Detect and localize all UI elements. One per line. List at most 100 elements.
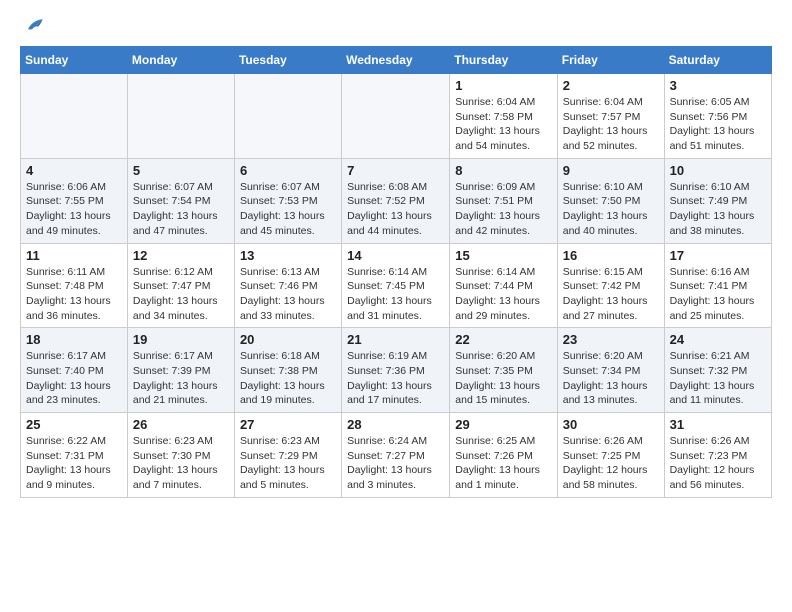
calendar-cell: 27 Sunrise: 6:23 AM Sunset: 7:29 PM Dayli… (234, 413, 341, 498)
day-detail: Sunrise: 6:04 AM Sunset: 7:58 PM Dayligh… (455, 96, 540, 152)
calendar-cell: 30Sunrise: 6:26 AM Sunset: 7:25 PM Dayli… (557, 413, 664, 498)
calendar-cell: 23 Sunrise: 6:20 AM Sunset: 7:34 PM Dayli… (557, 328, 664, 413)
day-detail: Sunrise: 6:19 AM Sunset: 7:36 PM Dayligh… (347, 350, 432, 406)
calendar-cell: 13 Sunrise: 6:13 AM Sunset: 7:46 PM Dayli… (234, 243, 341, 328)
day-of-week-header: Sunday (21, 47, 128, 74)
calendar-cell: 5 Sunrise: 6:07 AM Sunset: 7:54 PM Daylig… (127, 158, 234, 243)
calendar-week-row: 25Sunrise: 6:22 AM Sunset: 7:31 PM Dayli… (21, 413, 772, 498)
day-number: 3 (670, 78, 767, 93)
day-detail: Sunrise: 6:16 AM Sunset: 7:41 PM Dayligh… (670, 266, 755, 322)
day-number: 18 (26, 332, 123, 347)
day-detail: Sunrise: 6:23 AM Sunset: 7:30 PM Dayligh… (133, 435, 218, 491)
day-number: 6 (240, 163, 337, 178)
day-number: 24 (670, 332, 767, 347)
page-header (20, 16, 772, 36)
day-detail: Sunrise: 6:18 AM Sunset: 7:38 PM Dayligh… (240, 350, 325, 406)
calendar-cell: 18 Sunrise: 6:17 AM Sunset: 7:40 PM Dayli… (21, 328, 128, 413)
day-detail: Sunrise: 6:20 AM Sunset: 7:34 PM Dayligh… (563, 350, 648, 406)
day-detail: Sunrise: 6:13 AM Sunset: 7:46 PM Dayligh… (240, 266, 325, 322)
day-number: 14 (347, 248, 445, 263)
day-number: 25 (26, 417, 123, 432)
calendar-week-row: 4 Sunrise: 6:06 AM Sunset: 7:55 PM Daylig… (21, 158, 772, 243)
day-number: 1 (455, 78, 552, 93)
calendar-cell: 16 Sunrise: 6:15 AM Sunset: 7:42 PM Dayli… (557, 243, 664, 328)
day-detail: Sunrise: 6:14 AM Sunset: 7:45 PM Dayligh… (347, 266, 432, 322)
day-number: 7 (347, 163, 445, 178)
day-number: 20 (240, 332, 337, 347)
calendar-cell: 17Sunrise: 6:16 AM Sunset: 7:41 PM Dayli… (664, 243, 771, 328)
day-detail: Sunrise: 6:11 AM Sunset: 7:48 PM Dayligh… (26, 266, 111, 322)
calendar-header-row: SundayMondayTuesdayWednesdayThursdayFrid… (21, 47, 772, 74)
calendar-cell: 8 Sunrise: 6:09 AM Sunset: 7:51 PM Daylig… (450, 158, 557, 243)
day-number: 23 (563, 332, 660, 347)
calendar-cell: 11 Sunrise: 6:11 AM Sunset: 7:48 PM Dayli… (21, 243, 128, 328)
day-number: 16 (563, 248, 660, 263)
calendar-cell: 7 Sunrise: 6:08 AM Sunset: 7:52 PM Daylig… (342, 158, 450, 243)
calendar-week-row: 11 Sunrise: 6:11 AM Sunset: 7:48 PM Dayli… (21, 243, 772, 328)
day-number: 13 (240, 248, 337, 263)
day-detail: Sunrise: 6:26 AM Sunset: 7:23 PM Dayligh… (670, 435, 755, 491)
day-number: 11 (26, 248, 123, 263)
day-number: 19 (133, 332, 230, 347)
day-detail: Sunrise: 6:06 AM Sunset: 7:55 PM Dayligh… (26, 181, 111, 237)
calendar-cell: 4 Sunrise: 6:06 AM Sunset: 7:55 PM Daylig… (21, 158, 128, 243)
day-number: 8 (455, 163, 552, 178)
day-detail: Sunrise: 6:07 AM Sunset: 7:53 PM Dayligh… (240, 181, 325, 237)
day-number: 27 (240, 417, 337, 432)
day-of-week-header: Saturday (664, 47, 771, 74)
day-number: 10 (670, 163, 767, 178)
day-of-week-header: Monday (127, 47, 234, 74)
day-detail: Sunrise: 6:15 AM Sunset: 7:42 PM Dayligh… (563, 266, 648, 322)
calendar-cell: 9Sunrise: 6:10 AM Sunset: 7:50 PM Daylig… (557, 158, 664, 243)
calendar-cell: 10 Sunrise: 6:10 AM Sunset: 7:49 PM Dayli… (664, 158, 771, 243)
day-of-week-header: Friday (557, 47, 664, 74)
calendar-cell: 26Sunrise: 6:23 AM Sunset: 7:30 PM Dayli… (127, 413, 234, 498)
calendar-week-row: 1 Sunrise: 6:04 AM Sunset: 7:58 PM Daylig… (21, 74, 772, 159)
day-number: 21 (347, 332, 445, 347)
day-detail: Sunrise: 6:09 AM Sunset: 7:51 PM Dayligh… (455, 181, 540, 237)
calendar-week-row: 18 Sunrise: 6:17 AM Sunset: 7:40 PM Dayli… (21, 328, 772, 413)
calendar-cell: 12 Sunrise: 6:12 AM Sunset: 7:47 PM Dayli… (127, 243, 234, 328)
day-detail: Sunrise: 6:05 AM Sunset: 7:56 PM Dayligh… (670, 96, 755, 152)
day-number: 12 (133, 248, 230, 263)
day-number: 15 (455, 248, 552, 263)
day-detail: Sunrise: 6:20 AM Sunset: 7:35 PM Dayligh… (455, 350, 540, 406)
day-detail: Sunrise: 6:14 AM Sunset: 7:44 PM Dayligh… (455, 266, 540, 322)
calendar-cell: 31Sunrise: 6:26 AM Sunset: 7:23 PM Dayli… (664, 413, 771, 498)
calendar-cell: 20 Sunrise: 6:18 AM Sunset: 7:38 PM Dayli… (234, 328, 341, 413)
day-detail: Sunrise: 6:17 AM Sunset: 7:39 PM Dayligh… (133, 350, 218, 406)
day-detail: Sunrise: 6:10 AM Sunset: 7:49 PM Dayligh… (670, 181, 755, 237)
day-number: 2 (563, 78, 660, 93)
logo-bird-icon (22, 14, 44, 36)
day-detail: Sunrise: 6:07 AM Sunset: 7:54 PM Dayligh… (133, 181, 218, 237)
calendar-cell: 3 Sunrise: 6:05 AM Sunset: 7:56 PM Daylig… (664, 74, 771, 159)
calendar-cell: 24 Sunrise: 6:21 AM Sunset: 7:32 PM Dayli… (664, 328, 771, 413)
day-detail: Sunrise: 6:12 AM Sunset: 7:47 PM Dayligh… (133, 266, 218, 322)
calendar-cell: 14 Sunrise: 6:14 AM Sunset: 7:45 PM Dayli… (342, 243, 450, 328)
day-detail: Sunrise: 6:17 AM Sunset: 7:40 PM Dayligh… (26, 350, 111, 406)
calendar-cell: 22 Sunrise: 6:20 AM Sunset: 7:35 PM Dayli… (450, 328, 557, 413)
calendar-cell (127, 74, 234, 159)
day-of-week-header: Wednesday (342, 47, 450, 74)
day-number: 29 (455, 417, 552, 432)
day-detail: Sunrise: 6:24 AM Sunset: 7:27 PM Dayligh… (347, 435, 432, 491)
day-number: 22 (455, 332, 552, 347)
day-of-week-header: Thursday (450, 47, 557, 74)
calendar-cell (21, 74, 128, 159)
calendar-cell: 6 Sunrise: 6:07 AM Sunset: 7:53 PM Daylig… (234, 158, 341, 243)
day-detail: Sunrise: 6:04 AM Sunset: 7:57 PM Dayligh… (563, 96, 648, 152)
calendar-cell: 15 Sunrise: 6:14 AM Sunset: 7:44 PM Dayli… (450, 243, 557, 328)
calendar-cell: 28Sunrise: 6:24 AM Sunset: 7:27 PM Dayli… (342, 413, 450, 498)
day-number: 30 (563, 417, 660, 432)
day-of-week-header: Tuesday (234, 47, 341, 74)
calendar-cell: 2 Sunrise: 6:04 AM Sunset: 7:57 PM Daylig… (557, 74, 664, 159)
day-number: 4 (26, 163, 123, 178)
day-detail: Sunrise: 6:08 AM Sunset: 7:52 PM Dayligh… (347, 181, 432, 237)
day-detail: Sunrise: 6:25 AM Sunset: 7:26 PM Dayligh… (455, 435, 540, 491)
calendar-cell (342, 74, 450, 159)
calendar-cell: 19 Sunrise: 6:17 AM Sunset: 7:39 PM Dayli… (127, 328, 234, 413)
calendar-table: SundayMondayTuesdayWednesdayThursdayFrid… (20, 46, 772, 498)
day-detail: Sunrise: 6:23 AM Sunset: 7:29 PM Dayligh… (240, 435, 325, 491)
day-number: 5 (133, 163, 230, 178)
day-detail: Sunrise: 6:21 AM Sunset: 7:32 PM Dayligh… (670, 350, 755, 406)
